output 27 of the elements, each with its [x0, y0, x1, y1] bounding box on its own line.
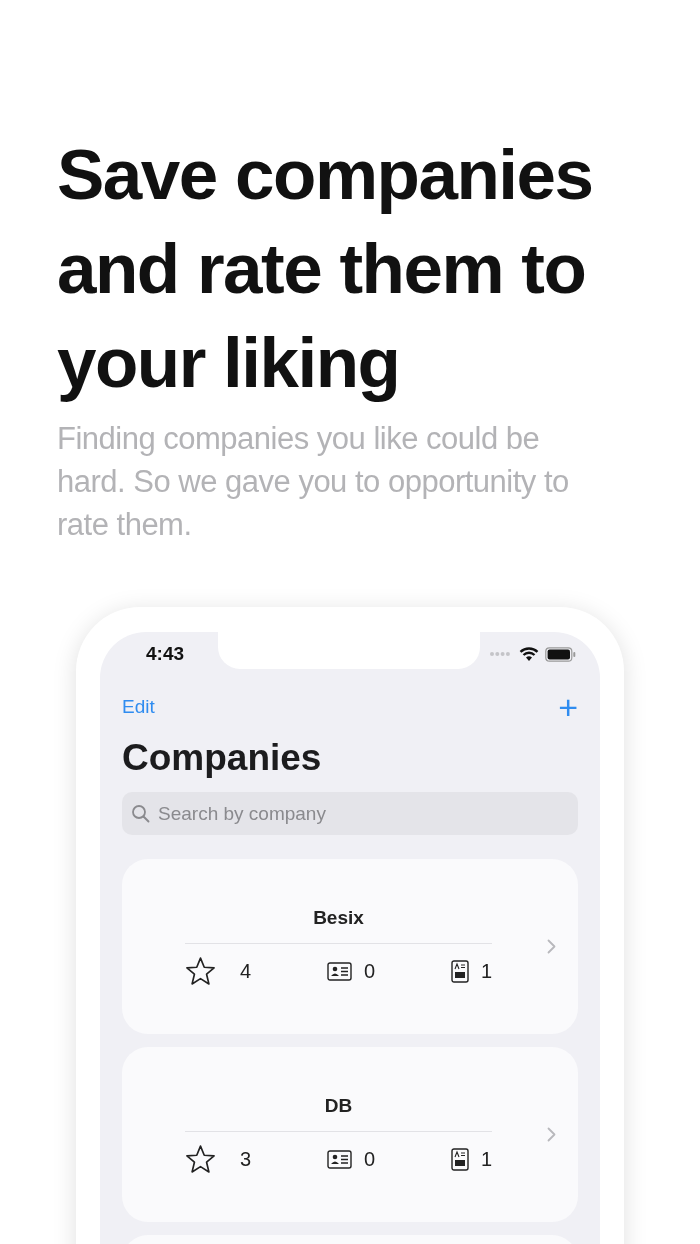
company-card[interactable]: DB 3 0 1 — [122, 1047, 578, 1222]
wifi-icon — [519, 646, 539, 662]
company-card[interactable]: Besix 4 0 1 — [122, 859, 578, 1034]
company-name: DB — [185, 1095, 492, 1132]
status-time: 4:43 — [146, 643, 185, 665]
battery-icon — [545, 646, 576, 662]
star-icon — [185, 1144, 216, 1174]
document-icon — [450, 1147, 469, 1171]
documents-value: 1 — [480, 959, 492, 983]
subtitle: Finding companies you like could be hard. So we gave you to opportunity to rate them. — [57, 420, 570, 544]
chevron-icon — [547, 939, 556, 954]
signal-icon — [489, 651, 511, 657]
contact-card-icon — [326, 1149, 352, 1169]
chevron-icon — [547, 1127, 556, 1142]
headline: Save companies and rate them to your liking — [57, 134, 594, 404]
search-field[interactable]: Search by company — [122, 792, 578, 835]
document-icon — [450, 959, 469, 983]
company-name: Besix — [185, 907, 492, 944]
contact-card-icon — [326, 961, 352, 981]
contacts-value: 0 — [363, 959, 376, 983]
documents-value: 1 — [480, 1147, 492, 1171]
contacts-value: 0 — [363, 1147, 376, 1171]
rating-value: 3 — [240, 1147, 252, 1171]
star-icon — [185, 956, 216, 986]
rating-value: 4 — [240, 959, 252, 983]
search-icon — [131, 804, 151, 824]
screen-title: Companies — [122, 736, 323, 780]
